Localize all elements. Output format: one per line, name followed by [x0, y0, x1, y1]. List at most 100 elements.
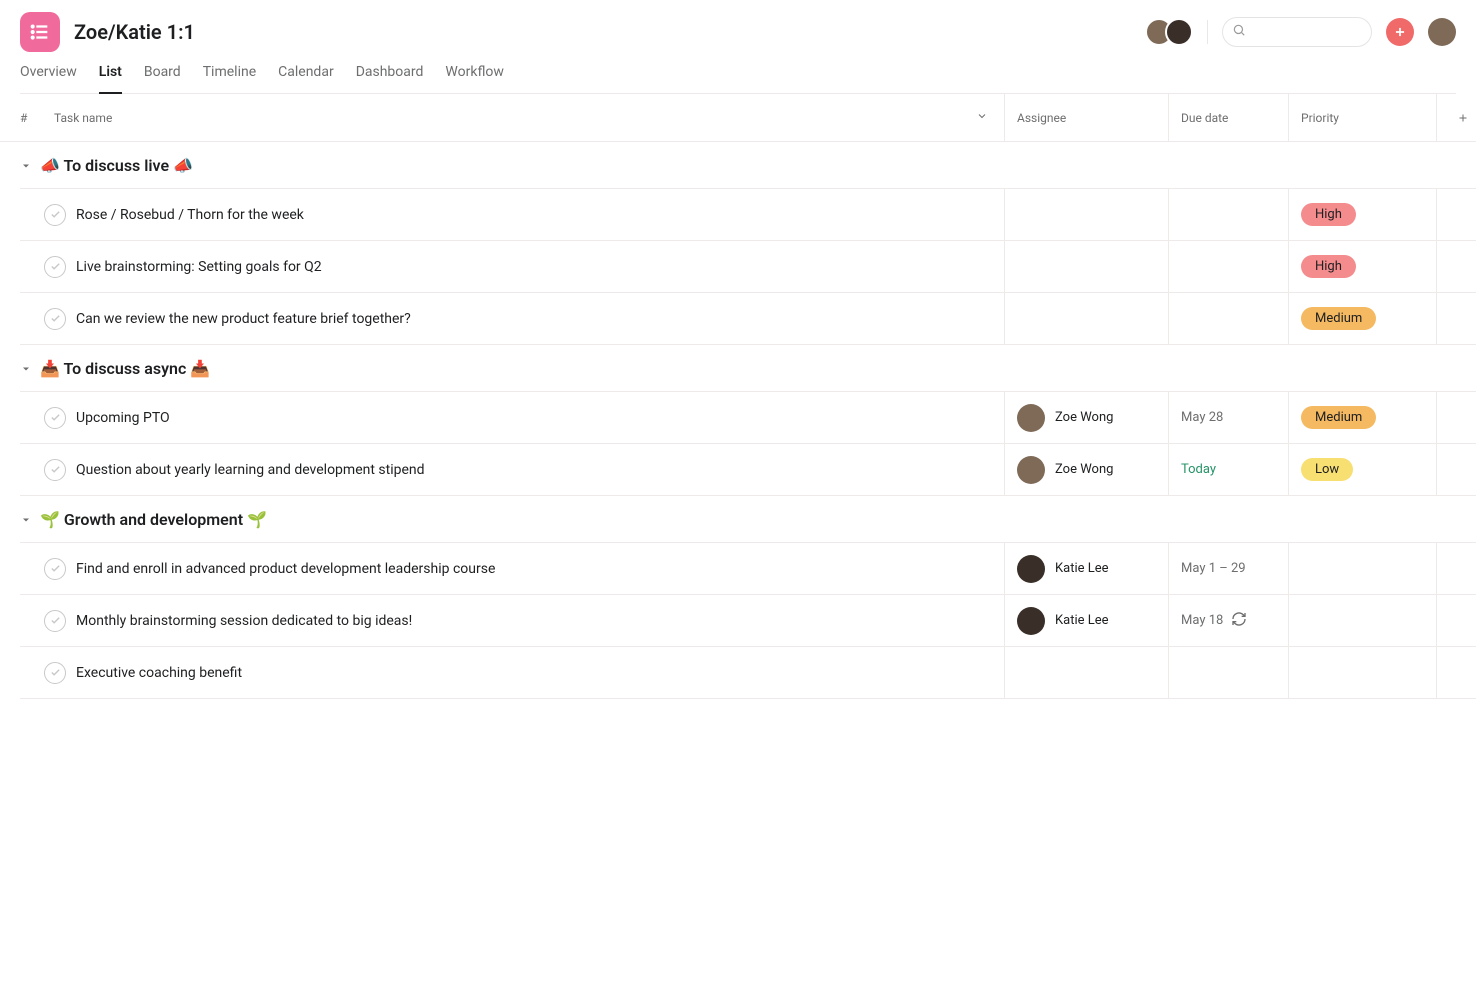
- search-box: [1222, 17, 1372, 47]
- task-row[interactable]: Find and enroll in advanced product deve…: [20, 542, 1476, 595]
- col-header-due[interactable]: Due date: [1168, 94, 1288, 141]
- tab-dashboard[interactable]: Dashboard: [356, 64, 424, 94]
- list-icon: [29, 21, 51, 43]
- task-row[interactable]: Upcoming PTO Zoe Wong May 28 Medium: [20, 391, 1476, 444]
- extra-cell: [1436, 543, 1476, 594]
- collapse-caret-icon[interactable]: [20, 514, 32, 526]
- assignee-cell[interactable]: Zoe Wong: [1004, 444, 1168, 495]
- priority-cell[interactable]: Medium: [1288, 392, 1436, 443]
- assignee-cell[interactable]: Katie Lee: [1004, 543, 1168, 594]
- due-cell[interactable]: May 1 – 29: [1168, 543, 1288, 594]
- complete-checkbox[interactable]: [44, 204, 66, 226]
- project-title[interactable]: Zoe/Katie 1:1: [74, 20, 195, 44]
- task-row[interactable]: Executive coaching benefit: [20, 646, 1476, 699]
- complete-checkbox[interactable]: [44, 256, 66, 278]
- due-cell[interactable]: Today: [1168, 444, 1288, 495]
- task-name-cell[interactable]: Live brainstorming: Setting goals for Q2: [20, 241, 1004, 292]
- header-right: [1145, 17, 1456, 47]
- priority-cell[interactable]: High: [1288, 241, 1436, 292]
- task-name-cell[interactable]: Rose / Rosebud / Thorn for the week: [20, 189, 1004, 240]
- col-header-priority[interactable]: Priority: [1288, 94, 1436, 141]
- priority-cell[interactable]: [1288, 595, 1436, 646]
- tab-overview[interactable]: Overview: [20, 64, 77, 94]
- collapse-caret-icon[interactable]: [20, 160, 32, 172]
- complete-checkbox[interactable]: [44, 610, 66, 632]
- task-name-cell[interactable]: Upcoming PTO: [20, 392, 1004, 443]
- assignee-name: Zoe Wong: [1055, 410, 1113, 425]
- add-button[interactable]: [1386, 18, 1414, 46]
- task-row[interactable]: Live brainstorming: Setting goals for Q2…: [20, 240, 1476, 293]
- section-title: 📣 To discuss live 📣: [40, 156, 193, 175]
- section-title: 🌱 Growth and development 🌱: [40, 510, 267, 529]
- priority-cell[interactable]: [1288, 647, 1436, 698]
- priority-cell[interactable]: Medium: [1288, 293, 1436, 344]
- collapse-caret-icon[interactable]: [20, 363, 32, 375]
- task-name-cell[interactable]: Executive coaching benefit: [20, 647, 1004, 698]
- title-row: Zoe/Katie 1:1: [20, 12, 1456, 52]
- assignee-cell[interactable]: Zoe Wong: [1004, 392, 1168, 443]
- assignee-avatar: [1017, 555, 1045, 583]
- tab-workflow[interactable]: Workflow: [445, 64, 504, 94]
- due-cell[interactable]: May 28: [1168, 392, 1288, 443]
- complete-checkbox[interactable]: [44, 407, 66, 429]
- task-row[interactable]: Rose / Rosebud / Thorn for the week High: [20, 188, 1476, 241]
- extra-cell: [1436, 293, 1476, 344]
- due-cell[interactable]: May 18: [1168, 595, 1288, 646]
- priority-pill: High: [1301, 255, 1356, 278]
- priority-cell[interactable]: [1288, 543, 1436, 594]
- assignee-name: Katie Lee: [1055, 613, 1109, 628]
- complete-checkbox[interactable]: [44, 308, 66, 330]
- col-header-assignee[interactable]: Assignee: [1004, 94, 1168, 141]
- due-date: May 28: [1181, 410, 1223, 425]
- section-title: 📥 To discuss async 📥: [40, 359, 210, 378]
- task-name: Can we review the new product feature br…: [76, 311, 411, 327]
- task-name-cell[interactable]: Question about yearly learning and devel…: [20, 444, 1004, 495]
- col-header-taskname-label: Task name: [54, 111, 112, 125]
- task-name-cell[interactable]: Monthly brainstorming session dedicated …: [20, 595, 1004, 646]
- section-header[interactable]: 🌱 Growth and development 🌱: [0, 496, 1476, 543]
- plus-icon: [1457, 112, 1469, 124]
- section-header[interactable]: 📣 To discuss live 📣: [0, 142, 1476, 189]
- section-header[interactable]: 📥 To discuss async 📥: [0, 345, 1476, 392]
- col-header-taskname[interactable]: Task name: [48, 94, 1004, 141]
- project-icon[interactable]: [20, 12, 60, 52]
- assignee-cell[interactable]: Katie Lee: [1004, 595, 1168, 646]
- tab-board[interactable]: Board: [144, 64, 181, 94]
- task-row[interactable]: Question about yearly learning and devel…: [20, 443, 1476, 496]
- recurring-icon: [1231, 611, 1247, 631]
- search-input[interactable]: [1222, 17, 1372, 47]
- assignee-cell[interactable]: [1004, 241, 1168, 292]
- assignee-cell[interactable]: [1004, 189, 1168, 240]
- project-members[interactable]: [1145, 18, 1193, 46]
- user-avatar[interactable]: [1428, 18, 1456, 46]
- member-avatar[interactable]: [1165, 18, 1193, 46]
- due-cell[interactable]: [1168, 647, 1288, 698]
- task-name: Find and enroll in advanced product deve…: [76, 561, 495, 577]
- task-row[interactable]: Can we review the new product feature br…: [20, 292, 1476, 345]
- task-name: Upcoming PTO: [76, 410, 170, 426]
- task-row[interactable]: Monthly brainstorming session dedicated …: [20, 594, 1476, 647]
- assignee-cell[interactable]: [1004, 293, 1168, 344]
- col-header-number[interactable]: #: [20, 94, 48, 141]
- complete-checkbox[interactable]: [44, 459, 66, 481]
- tab-timeline[interactable]: Timeline: [203, 64, 256, 94]
- priority-cell[interactable]: High: [1288, 189, 1436, 240]
- task-sections: 📣 To discuss live 📣 Rose / Rosebud / Tho…: [0, 142, 1476, 699]
- task-name: Monthly brainstorming session dedicated …: [76, 613, 412, 629]
- assignee-cell[interactable]: [1004, 647, 1168, 698]
- tab-list[interactable]: List: [99, 64, 122, 94]
- due-date: Today: [1181, 462, 1216, 477]
- chevron-down-icon[interactable]: [976, 110, 988, 125]
- complete-checkbox[interactable]: [44, 662, 66, 684]
- due-cell[interactable]: [1168, 241, 1288, 292]
- due-cell[interactable]: [1168, 189, 1288, 240]
- priority-cell[interactable]: Low: [1288, 444, 1436, 495]
- task-name-cell[interactable]: Find and enroll in advanced product deve…: [20, 543, 1004, 594]
- task-name-cell[interactable]: Can we review the new product feature br…: [20, 293, 1004, 344]
- due-date: May 18: [1181, 613, 1223, 628]
- task-name: Question about yearly learning and devel…: [76, 462, 425, 478]
- due-cell[interactable]: [1168, 293, 1288, 344]
- tab-calendar[interactable]: Calendar: [278, 64, 334, 94]
- complete-checkbox[interactable]: [44, 558, 66, 580]
- add-column-button[interactable]: [1436, 94, 1476, 141]
